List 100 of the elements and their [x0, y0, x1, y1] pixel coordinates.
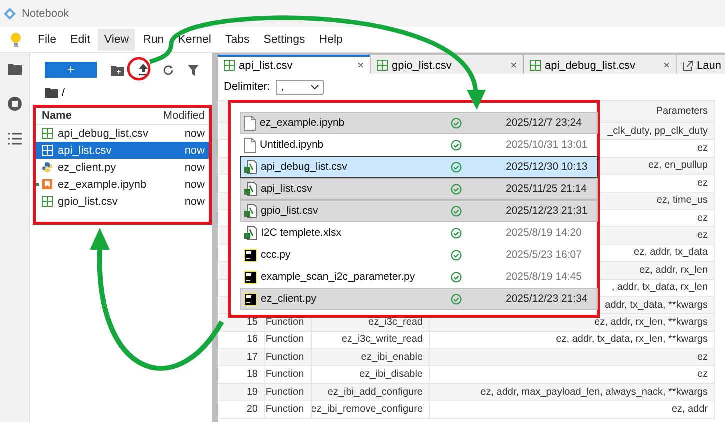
sync-check-icon — [451, 184, 462, 194]
folder-icon — [45, 88, 58, 98]
table-cell: ez — [697, 212, 708, 224]
delimiter-select[interactable]: , — [276, 80, 324, 94]
delimiter-label: Delimiter: — [224, 81, 270, 93]
table-cell: ez, addr, rx_len, **kwargs — [594, 316, 708, 328]
table-icon — [42, 145, 53, 156]
table-cell: Function — [266, 404, 304, 415]
editor-tab[interactable]: api_list.csv × — [218, 55, 370, 74]
table-icon — [530, 60, 541, 71]
table-cell: Function — [266, 316, 304, 328]
menu-item[interactable]: File — [32, 28, 63, 50]
column-header[interactable]: Name — [42, 110, 72, 122]
pycharm-icon — [244, 248, 257, 262]
app-logo-icon — [4, 8, 16, 20]
table-cell: ez, addr, max_payload_len, always_nack, **kwargs — [480, 386, 708, 398]
chevron-down-icon — [311, 84, 320, 90]
menu-item[interactable]: View — [98, 28, 136, 50]
refresh-icon[interactable] — [163, 64, 174, 76]
sync-check-icon — [451, 294, 462, 304]
table-cell: ez — [697, 352, 708, 363]
sync-check-icon — [451, 162, 462, 172]
table-cell: 20 — [246, 404, 258, 415]
sync-check-icon — [451, 140, 462, 150]
menu-item[interactable]: Kernel — [172, 28, 218, 50]
breadcrumb-path[interactable]: / — [62, 87, 66, 99]
table-cell: 15 — [246, 316, 258, 328]
close-icon[interactable]: × — [664, 60, 670, 72]
table-cell: ez_ibi_add_configure — [328, 386, 423, 398]
menu-item[interactable]: Help — [313, 28, 349, 50]
stop-circle-icon[interactable] — [8, 97, 22, 111]
sync-check-icon — [451, 206, 462, 216]
close-icon[interactable]: × — [358, 60, 364, 72]
table-cell: ez — [697, 143, 708, 154]
lightbulb-icon — [10, 32, 22, 48]
explorer-row[interactable]: gpio_list.csv 2025/12/23 21:31 — [241, 201, 597, 221]
sync-check-icon — [451, 228, 462, 238]
menu-item[interactable]: Edit — [64, 28, 96, 50]
table-cell: ez_i3c_read — [368, 316, 423, 328]
table-cell: ez — [697, 178, 708, 189]
column-header[interactable]: Parameters — [656, 106, 708, 117]
filter-icon[interactable] — [188, 64, 199, 76]
highlight-circle — [127, 57, 151, 81]
close-icon[interactable]: × — [510, 60, 517, 72]
explorer-row[interactable]: ez_client.py 2025/12/23 21:34 — [241, 289, 597, 309]
list-icon[interactable] — [8, 133, 22, 145]
pycharm-icon — [244, 270, 257, 284]
file-row[interactable]: api_list.csv now — [36, 142, 209, 159]
spreadsheet-icon — [244, 160, 257, 174]
document-icon — [244, 138, 256, 152]
table-icon — [42, 128, 53, 139]
file-row[interactable]: ez_example.ipynb now — [36, 176, 209, 193]
sync-check-icon — [451, 250, 462, 260]
editor-tab[interactable]: gpio_list.csv × — [371, 55, 523, 74]
table-cell: ez_ibi_remove_configure — [312, 404, 423, 415]
column-header[interactable]: Modified — [163, 110, 205, 122]
table-cell: 18 — [246, 369, 258, 380]
table-cell: , addr, tx_data, rx_len — [612, 282, 708, 294]
table-cell: Function — [266, 369, 304, 380]
table-cell: Function — [266, 334, 304, 346]
table-cell: addr, tx_data, **kwargs — [605, 300, 708, 311]
table-cell: ez, addr, rx_len — [640, 264, 708, 276]
menu-item[interactable]: Tabs — [219, 28, 256, 50]
file-row[interactable]: gpio_list.csv now — [36, 193, 209, 210]
table-cell: 16 — [246, 334, 258, 346]
editor-tab[interactable]: api_debug_list.csv × — [524, 55, 676, 74]
explorer-row[interactable]: ez_example.ipynb 2025/12/7 23:24 — [241, 113, 597, 133]
folder-icon[interactable] — [8, 63, 22, 75]
table-cell: Function — [266, 352, 304, 363]
spreadsheet-icon — [244, 226, 257, 240]
menu-item[interactable]: Run — [137, 28, 170, 50]
document-icon — [244, 116, 256, 130]
explorer-row[interactable]: api_list.csv 2025/11/25 21:14 — [241, 179, 597, 199]
sync-check-icon — [451, 272, 462, 282]
file-row[interactable]: api_debug_list.csv now — [36, 125, 209, 142]
sync-check-icon — [451, 118, 462, 128]
new-launcher-button[interactable]: + — [45, 62, 97, 78]
editor-tab[interactable]: Laun — [677, 55, 725, 74]
table-cell: ez — [697, 230, 708, 242]
launch-icon — [683, 60, 693, 70]
file-row[interactable]: ez_client.py now — [36, 159, 209, 176]
new-folder-icon[interactable] — [111, 64, 124, 76]
explorer-row[interactable]: api_debug_list.csv 2025/12/30 10:13 — [241, 157, 597, 177]
table-cell: ez — [697, 369, 708, 380]
notebook-icon — [42, 179, 53, 190]
table-icon — [224, 60, 235, 71]
table-cell: _clk_duty, pp_clk_duty — [608, 126, 708, 137]
upload-icon[interactable] — [138, 64, 149, 76]
table-cell: Function — [266, 386, 304, 398]
window-title: Notebook — [22, 8, 70, 20]
pycharm-icon — [244, 292, 257, 306]
menu-item[interactable]: Settings — [258, 28, 312, 50]
table-cell: 17 — [246, 352, 258, 363]
table-icon — [42, 196, 53, 207]
table-cell: ez_ibi_enable — [361, 352, 423, 363]
table-cell: ez, time_us — [656, 195, 708, 206]
spreadsheet-icon — [244, 204, 257, 218]
table-cell: ez_ibi_disable — [360, 369, 423, 380]
table-cell: 19 — [246, 386, 258, 398]
table-cell: ez, en_pullup — [648, 160, 708, 172]
